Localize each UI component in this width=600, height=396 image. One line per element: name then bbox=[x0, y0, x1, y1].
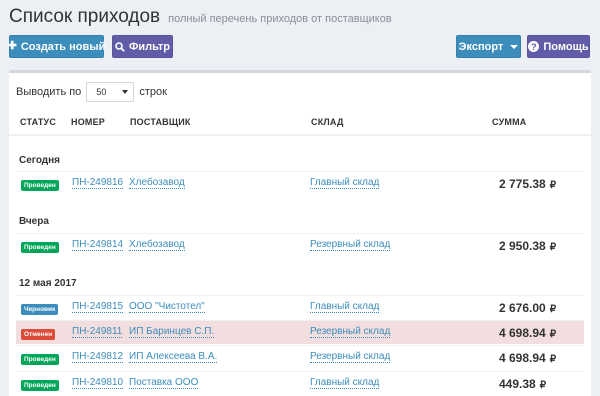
filter-button[interactable]: Фильтр bbox=[112, 35, 173, 58]
receipt-number-link[interactable]: ПН-249810 bbox=[72, 377, 124, 389]
status-badge: Проведен bbox=[21, 354, 59, 365]
question-circle-icon: ? bbox=[528, 41, 540, 52]
table-row[interactable]: Отменен ПН-249811 ИП Баринцев С.П. Резер… bbox=[16, 320, 584, 344]
ruble-sign: ₽ bbox=[549, 354, 557, 365]
supplier-link[interactable]: ООО "Чистотел" bbox=[129, 301, 205, 313]
amount: 2 676.00 ₽ bbox=[499, 301, 556, 315]
amount-value: 2 950.38 bbox=[499, 239, 546, 253]
group-label-yesterday: Вчера bbox=[19, 216, 49, 227]
caret-down-icon bbox=[510, 44, 519, 49]
export-button[interactable]: Экспорт bbox=[456, 35, 521, 58]
amount-value: 2 676.00 bbox=[499, 301, 546, 315]
amount-value: 4 698.94 bbox=[499, 326, 546, 340]
receipt-number-link[interactable]: ПН-249814 bbox=[72, 239, 124, 251]
amount: 449.38 ₽ bbox=[499, 377, 546, 391]
page-subtitle: полный перечень приходов от поставщиков bbox=[168, 13, 392, 25]
plus-icon: ✚ bbox=[7, 40, 17, 52]
supplier-link[interactable]: Хлебозавод bbox=[129, 239, 185, 251]
column-number[interactable]: НОМЕР bbox=[71, 117, 105, 127]
amount: 4 698.94 ₽ bbox=[499, 351, 556, 365]
group-label-today: Сегодня bbox=[19, 155, 61, 166]
warehouse-link[interactable]: Главный склад bbox=[310, 301, 380, 313]
page-length-select[interactable]: 50 bbox=[86, 82, 135, 102]
receipt-number-link[interactable]: ПН-249811 bbox=[72, 326, 123, 338]
amount: 4 698.94 ₽ bbox=[499, 326, 556, 340]
ruble-sign: ₽ bbox=[549, 329, 557, 340]
ruble-sign: ₽ bbox=[549, 242, 557, 253]
page-length-control: Выводить по 50 строк bbox=[16, 82, 167, 102]
amount-value: 449.38 bbox=[499, 377, 536, 391]
help-button[interactable]: ? Помощь bbox=[527, 35, 590, 58]
supplier-link[interactable]: Поставка ООО bbox=[129, 377, 199, 389]
caret-down-icon bbox=[122, 90, 129, 94]
amount: 2 950.38 ₽ bbox=[499, 239, 556, 253]
page-length-value: 50 bbox=[96, 87, 107, 97]
supplier-link[interactable]: ИП Баринцев С.П. bbox=[129, 326, 215, 338]
page-length-prefix: Выводить по bbox=[16, 86, 82, 98]
table-row[interactable]: Проведен ПН-249812 ИП Алексеева В.А. Рез… bbox=[16, 345, 584, 369]
table-row[interactable]: Черновик ПН-249815 ООО "Чистотел" Главны… bbox=[16, 295, 584, 319]
ruble-sign: ₽ bbox=[549, 180, 557, 191]
export-label: Экспорт bbox=[458, 40, 504, 53]
help-label: Помощь bbox=[543, 40, 589, 53]
status-badge: Отменен bbox=[21, 329, 56, 340]
column-warehouse[interactable]: СКЛАД bbox=[311, 117, 344, 127]
column-supplier[interactable]: ПОСТАВЩИК bbox=[130, 117, 191, 127]
supplier-link[interactable]: Хлебозавод bbox=[129, 177, 185, 189]
receipt-number-link[interactable]: ПН-249815 bbox=[72, 301, 124, 313]
warehouse-link[interactable]: Главный склад bbox=[310, 177, 380, 189]
status-badge: Проведен bbox=[21, 380, 59, 391]
create-new-button[interactable]: ✚ Создать новый bbox=[7, 35, 106, 58]
warehouse-link[interactable]: Резервный склад bbox=[310, 239, 391, 251]
create-new-label: Создать новый bbox=[20, 40, 106, 53]
supplier-link[interactable]: ИП Алексеева В.А. bbox=[129, 351, 218, 363]
receipts-panel: Выводить по 50 строк СТАТУС НОМЕР ПОСТАВ… bbox=[9, 70, 591, 396]
ruble-sign: ₽ bbox=[539, 380, 547, 391]
amount-value: 2 775.38 bbox=[499, 177, 546, 191]
table-row[interactable]: Проведен ПН-249816 Хлебозавод Главный ск… bbox=[16, 171, 584, 195]
receipt-number-link[interactable]: ПН-249816 bbox=[72, 177, 124, 189]
status-badge: Проведен bbox=[21, 242, 59, 253]
group-label-date: 12 мая 2017 bbox=[19, 278, 77, 289]
amount: 2 775.38 ₽ bbox=[499, 177, 556, 191]
column-amount[interactable]: СУММА bbox=[492, 117, 526, 127]
warehouse-link[interactable]: Резервный склад bbox=[310, 351, 391, 363]
page-header: Список приходов полный перечень приходов… bbox=[9, 6, 392, 28]
table-row[interactable]: Проведен ПН-249810 Поставка ООО Главный … bbox=[16, 371, 584, 395]
column-status[interactable]: СТАТУС bbox=[20, 117, 56, 127]
search-icon bbox=[115, 41, 125, 52]
table-header: СТАТУС НОМЕР ПОСТАВЩИК СКЛАД СУММА bbox=[9, 113, 591, 136]
warehouse-link[interactable]: Главный склад bbox=[310, 377, 380, 389]
warehouse-link[interactable]: Резервный склад bbox=[310, 326, 391, 338]
page-title: Список приходов bbox=[9, 6, 161, 27]
status-badge: Проведен bbox=[21, 180, 59, 191]
ruble-sign: ₽ bbox=[549, 304, 557, 315]
filter-label: Фильтр bbox=[128, 40, 171, 53]
status-badge: Черновик bbox=[21, 304, 59, 315]
page-length-suffix: строк bbox=[139, 86, 167, 98]
table-row[interactable]: Проведен ПН-249814 Хлебозавод Резервный … bbox=[16, 233, 584, 257]
amount-value: 4 698.94 bbox=[499, 351, 546, 365]
receipt-number-link[interactable]: ПН-249812 bbox=[72, 351, 124, 363]
